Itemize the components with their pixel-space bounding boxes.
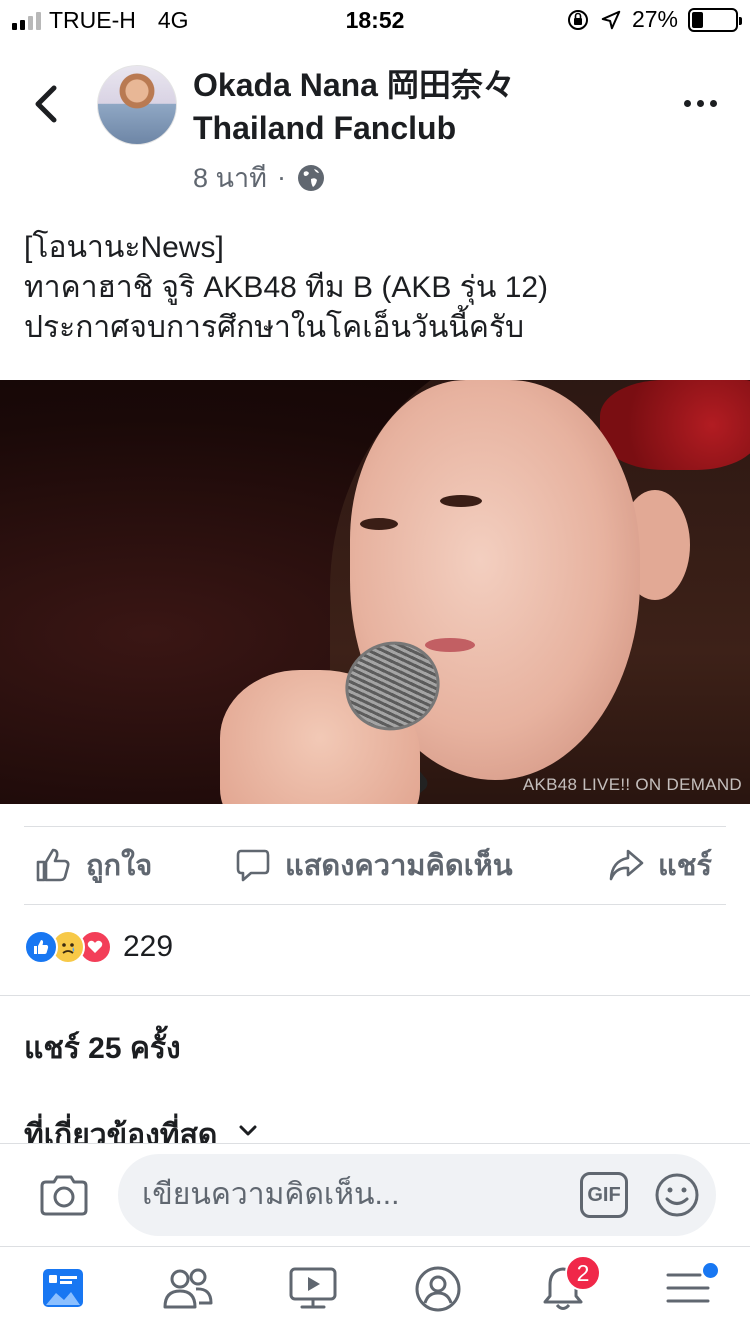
back-button[interactable] xyxy=(28,82,68,126)
share-arrow-icon xyxy=(609,849,644,881)
more-dot-icon xyxy=(684,100,691,107)
more-dot-icon xyxy=(697,100,704,107)
menu-update-dot xyxy=(703,1263,718,1278)
post-meta: 8 นาที · xyxy=(193,156,326,199)
reaction-count: 229 xyxy=(123,930,174,963)
photo-watermark: AKB48 LIVE!! ON DEMAND xyxy=(522,775,742,794)
tab-watch[interactable] xyxy=(283,1265,343,1321)
watch-video-icon xyxy=(289,1267,337,1309)
action-row: ถูกใจ แสดงความคิดเห็น แชร์ xyxy=(0,826,750,904)
post-line: [โอนานะNews] xyxy=(24,231,224,264)
page-name[interactable]: Okada Nana 岡田奈々 Thailand Fanclub xyxy=(193,64,653,150)
reaction-summary[interactable]: 229 xyxy=(24,930,173,964)
status-bar: TRUE-H 4G 18:52 27% xyxy=(0,0,750,40)
emoji-button[interactable] xyxy=(654,1172,700,1223)
profile-icon xyxy=(415,1266,461,1312)
orientation-lock-icon xyxy=(567,9,588,30)
divider xyxy=(24,904,726,905)
bottom-tab-bar xyxy=(0,1246,750,1334)
camera-button[interactable] xyxy=(40,1174,88,1221)
post-photo[interactable]: AKB48 LIVE!! ON DEMAND xyxy=(0,380,750,804)
divider xyxy=(0,995,750,996)
post-line: ทาคาฮาชิ จูริ AKB48 ทีม B (AKB รุ่น 12) xyxy=(24,271,549,304)
like-reaction-icon xyxy=(24,930,58,964)
post-line: ประกาศจบการศึกษาในโคเอ็นวันนี้ครับ xyxy=(24,311,525,344)
page-avatar[interactable] xyxy=(97,65,177,145)
chevron-down-icon xyxy=(239,1125,257,1136)
photo-hair-bow xyxy=(600,380,750,470)
comment-label: แสดงความคิดเห็น xyxy=(285,850,513,882)
photo-eye-right xyxy=(440,495,482,507)
notifications-badge: 2 xyxy=(565,1255,601,1291)
comment-sort-dropdown[interactable]: ที่เกี่ยวข้องที่สุด xyxy=(24,1112,259,1144)
share-count[interactable]: แชร์ 25 ครั้ง xyxy=(24,1025,181,1072)
news-feed-icon xyxy=(43,1269,83,1307)
photo-mouth xyxy=(425,638,475,652)
battery-percent: 27% xyxy=(631,6,678,32)
tab-news-feed[interactable] xyxy=(33,1265,93,1321)
meta-separator: · xyxy=(276,162,286,192)
share-button[interactable]: แชร์ xyxy=(608,826,712,904)
like-button[interactable]: ถูกใจ xyxy=(34,826,152,904)
post-time[interactable]: 8 นาที xyxy=(193,156,267,199)
battery-icon xyxy=(688,7,742,32)
comment-composer: เขียนความคิดเห็น... GIF xyxy=(0,1143,750,1245)
tab-friends[interactable] xyxy=(158,1265,218,1321)
smiley-icon xyxy=(655,1173,699,1217)
gif-button[interactable]: GIF xyxy=(580,1172,628,1218)
like-label: ถูกใจ xyxy=(86,850,153,882)
more-options-button[interactable] xyxy=(684,100,717,107)
more-dot-icon xyxy=(710,100,717,107)
friends-icon xyxy=(163,1268,213,1309)
location-icon xyxy=(601,10,621,29)
status-right: 27% xyxy=(566,6,742,33)
share-label: แชร์ xyxy=(658,850,712,882)
comment-bubble-icon xyxy=(236,849,270,882)
tab-profile[interactable] xyxy=(408,1265,468,1321)
camera-icon xyxy=(40,1175,88,1216)
photo-eye-left xyxy=(360,518,398,530)
globe-icon xyxy=(297,164,324,191)
chevron-left-icon xyxy=(35,85,57,123)
sort-label: ที่เกี่ยวข้องที่สุด xyxy=(24,1119,218,1144)
thumbs-up-icon xyxy=(36,848,70,882)
post-text: [โอนานะNews] ทาคาฮาชิ จูริ AKB48 ทีม B (… xyxy=(24,228,724,348)
comment-button[interactable]: แสดงความคิดเห็น xyxy=(235,826,513,904)
